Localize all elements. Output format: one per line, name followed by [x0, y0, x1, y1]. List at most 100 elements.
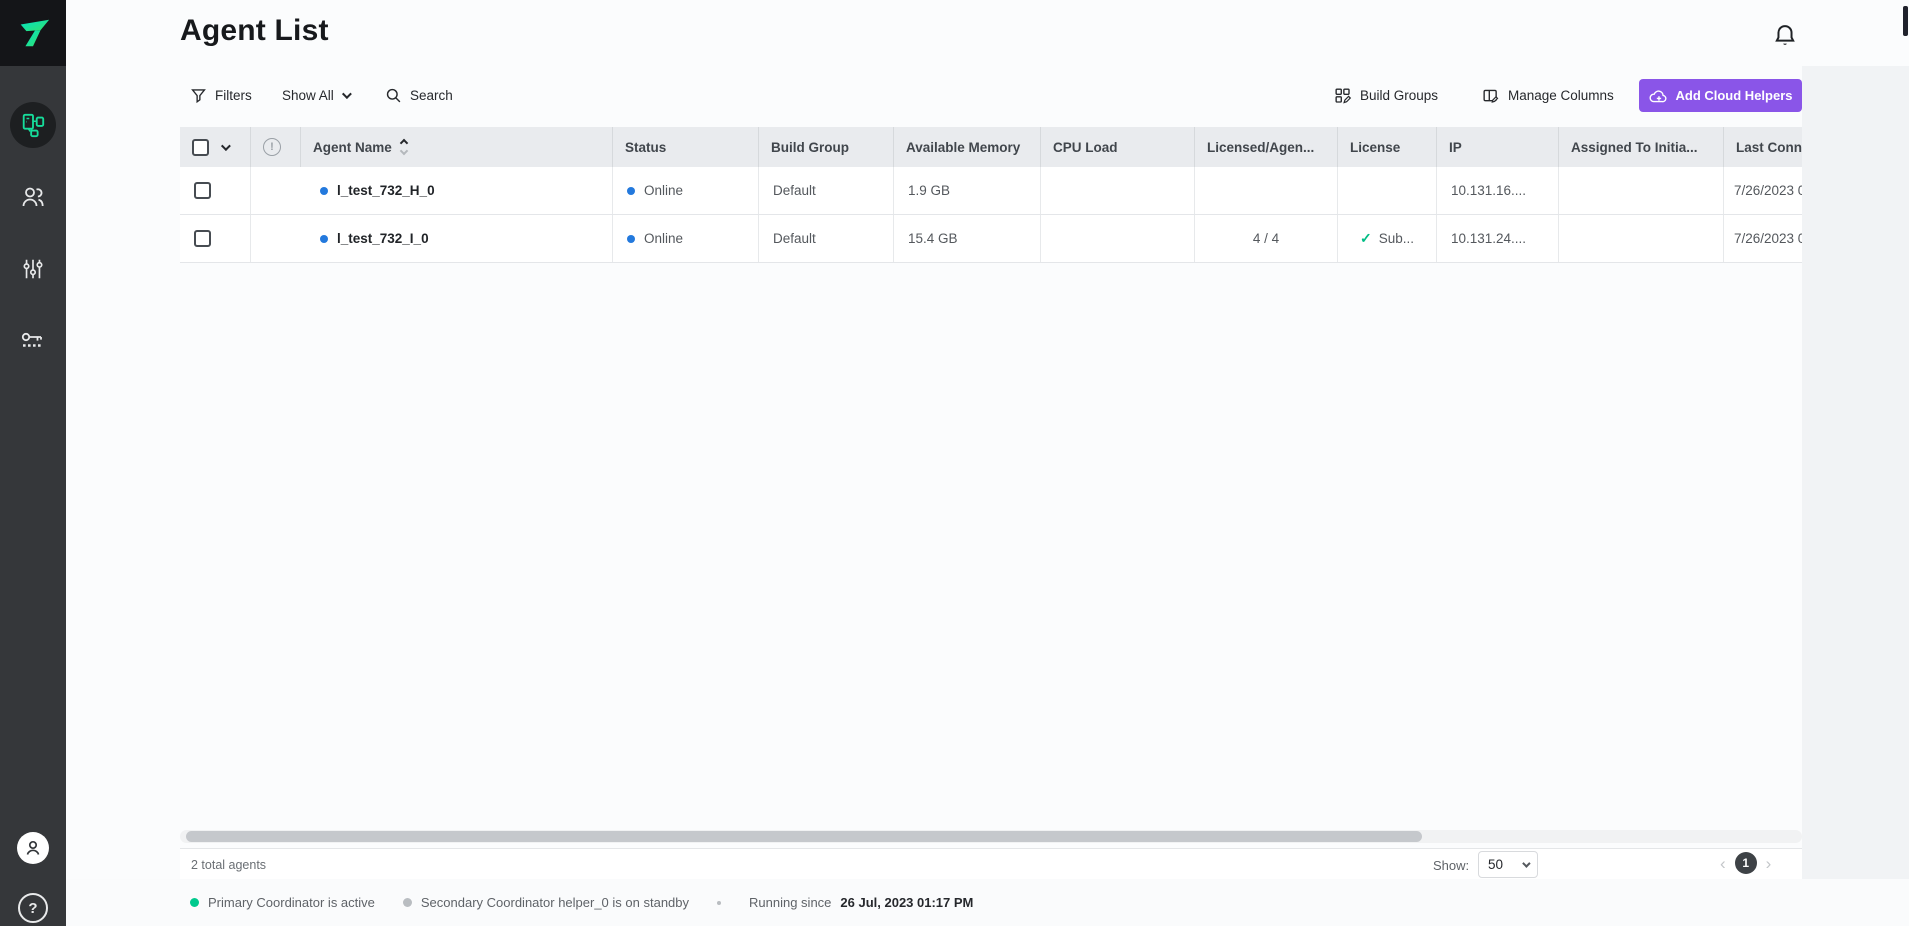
pagination: ‹ 1 ›	[1720, 852, 1771, 874]
row-alert-cell	[250, 167, 300, 214]
agent-name[interactable]: l_test_732_I_0	[337, 231, 429, 246]
show-all-dropdown[interactable]: Show All	[282, 79, 352, 112]
running-since-label: Running since	[749, 895, 832, 910]
running-since-value: 26 Jul, 2023 01:17 PM	[840, 895, 974, 910]
header-agent-name[interactable]: Agent Name	[300, 127, 612, 167]
row-checkbox[interactable]	[194, 230, 211, 247]
page-size-select[interactable]: 50	[1478, 851, 1538, 878]
cpu-load-cell	[1040, 215, 1194, 262]
table-overflow-panel	[1802, 66, 1909, 879]
filter-funnel-icon	[191, 89, 206, 104]
table-row[interactable]: l_test_732_H_0 Online Default 1.9 GB 10.…	[180, 167, 1802, 215]
primary-active-dot	[190, 898, 199, 907]
table-row[interactable]: l_test_732_I_0 Online Default 15.4 GB 4 …	[180, 215, 1802, 263]
select-menu-chevron-icon[interactable]	[220, 140, 231, 151]
sidebar-item-account[interactable]	[0, 820, 66, 876]
header-status[interactable]: Status	[612, 127, 758, 167]
filters-label: Filters	[215, 88, 252, 103]
cloud-plus-icon	[1650, 89, 1667, 102]
table-footer: 2 total agents Show: 50 ‹ 1 ›	[180, 848, 1802, 879]
header-assigned-to[interactable]: Assigned To Initia...	[1558, 127, 1723, 167]
agent-table: ! Agent Name Status Build Group Availabl…	[180, 127, 1802, 263]
licensed-agents-cell: 4 / 4	[1194, 215, 1337, 262]
chevron-down-icon	[341, 89, 352, 100]
avatar	[17, 832, 49, 864]
help-icon: ?	[18, 893, 48, 923]
add-cloud-helpers-button[interactable]: Add Cloud Helpers	[1639, 79, 1802, 112]
filters-button[interactable]: Filters	[190, 79, 252, 112]
header-last-connected[interactable]: Last Connec	[1723, 127, 1802, 167]
brand-logo[interactable]	[0, 0, 66, 66]
search-button[interactable]: Search	[385, 79, 453, 112]
current-page-badge[interactable]: 1	[1734, 852, 1757, 874]
row-alert-cell	[250, 215, 300, 262]
agents-icon	[22, 113, 45, 138]
avatar-icon	[26, 840, 40, 855]
assigned-to-cell	[1558, 215, 1723, 262]
sidebar-item-settings[interactable]	[0, 241, 66, 297]
select-all-checkbox[interactable]	[192, 138, 209, 156]
toolbar: Filters Show All Search Build Groups Man…	[180, 79, 1802, 112]
header-licensed-agents[interactable]: Licensed/Agen...	[1194, 127, 1337, 167]
sidebar-item-agents[interactable]	[0, 97, 66, 153]
agent-name[interactable]: l_test_732_H_0	[337, 183, 435, 198]
users-icon	[22, 187, 44, 207]
page-title: Agent List	[180, 14, 329, 47]
header-cpu-load[interactable]: CPU Load	[1040, 127, 1194, 167]
build-groups-icon	[1335, 87, 1352, 104]
build-groups-label: Build Groups	[1360, 88, 1439, 103]
sort-icon[interactable]	[399, 138, 409, 156]
manage-columns-label: Manage Columns	[1508, 88, 1614, 103]
horizontal-scrollbar-thumb[interactable]	[186, 831, 1422, 842]
row-checkbox[interactable]	[194, 182, 211, 199]
bell-icon	[1775, 25, 1795, 45]
header-ip-label: IP	[1449, 139, 1462, 155]
header-select-all[interactable]	[180, 127, 250, 167]
manage-columns-icon	[1483, 89, 1499, 103]
license-cell: ✓ Sub...	[1337, 215, 1436, 262]
incredibuild-logo-icon	[20, 19, 50, 47]
licensed-agents-cell	[1194, 167, 1337, 214]
manage-columns-button[interactable]: Manage Columns	[1482, 79, 1614, 112]
build-groups-button[interactable]: Build Groups	[1334, 79, 1438, 112]
assigned-to-cell	[1558, 167, 1723, 214]
secondary-standby-dot	[402, 898, 412, 907]
sidebar-item-license[interactable]	[0, 313, 66, 369]
ip-cell: 10.131.16....	[1436, 167, 1558, 214]
alert-circle-icon: !	[263, 138, 281, 156]
cpu-load-cell	[1040, 167, 1194, 214]
notifications-button[interactable]	[1771, 22, 1799, 50]
available-memory-cell: 15.4 GB	[893, 215, 1040, 262]
header-license[interactable]: License	[1337, 127, 1436, 167]
status-text: Online	[644, 183, 684, 198]
coordinator-status-bar: Primary Coordinator is active Secondary …	[66, 879, 1909, 926]
header-available-memory[interactable]: Available Memory	[893, 127, 1040, 167]
active-indicator	[10, 102, 56, 148]
chevron-down-icon	[1522, 858, 1531, 868]
status-cell: Online	[612, 215, 758, 262]
key-icon	[21, 332, 43, 347]
header-build-group[interactable]: Build Group	[758, 127, 893, 167]
sidebar-item-help[interactable]: ?	[0, 880, 66, 926]
help-glyph: ?	[28, 899, 38, 917]
vertical-scrollbar-thumb[interactable]	[1903, 6, 1908, 36]
show-all-label: Show All	[282, 88, 334, 103]
next-page-button[interactable]: ›	[1766, 855, 1772, 872]
agent-name-cell[interactable]: l_test_732_I_0	[300, 215, 612, 262]
last-connected-cell: 7/26/2023 0	[1723, 167, 1802, 214]
check-icon: ✓	[1360, 230, 1372, 246]
prev-page-button[interactable]: ‹	[1720, 855, 1726, 872]
header-alerts[interactable]: !	[250, 127, 300, 167]
header-ip[interactable]: IP	[1436, 127, 1558, 167]
table-header-row: ! Agent Name Status Build Group Availabl…	[180, 127, 1802, 167]
build-group-cell: Default	[758, 215, 893, 262]
last-connected-cell: 7/26/2023 0	[1723, 215, 1802, 262]
horizontal-scrollbar[interactable]	[180, 830, 1802, 843]
sliders-icon	[23, 259, 43, 279]
available-memory-cell: 1.9 GB	[893, 167, 1040, 214]
header-build-group-label: Build Group	[771, 139, 849, 155]
header-licensed-agents-label: Licensed/Agen...	[1207, 139, 1315, 155]
sidebar-item-users[interactable]	[0, 169, 66, 225]
ip-cell: 10.131.24....	[1436, 215, 1558, 262]
agent-name-cell[interactable]: l_test_732_H_0	[300, 167, 612, 214]
